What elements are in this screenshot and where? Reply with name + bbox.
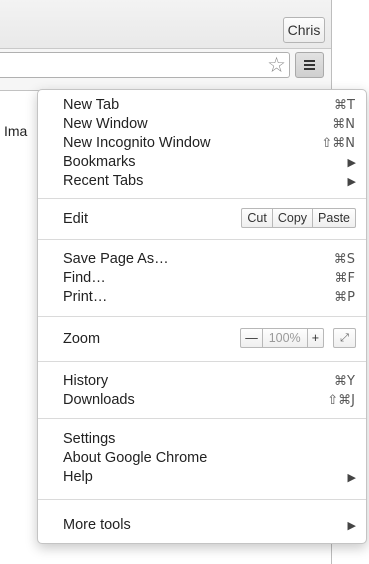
- menu-item-shortcut: ⌘N: [332, 117, 355, 132]
- menu-item-help[interactable]: Help ▶: [38, 468, 366, 487]
- paste-button[interactable]: Paste: [312, 209, 355, 227]
- menu-item-label: History: [63, 373, 109, 389]
- page-text[interactable]: Ima: [4, 123, 27, 139]
- menu-group-new: New Tab ⌘T New Window ⌘N New Incognito W…: [38, 96, 366, 191]
- copy-button[interactable]: Copy: [271, 209, 312, 227]
- menu-item-label: More tools: [63, 517, 131, 533]
- menu-item-label: New Window: [63, 116, 148, 132]
- edit-label: Edit: [63, 211, 88, 227]
- menu-item-label: Settings: [63, 431, 116, 447]
- menu-separator: [38, 499, 366, 500]
- window-titlebar: Chris: [0, 0, 331, 49]
- menu-item-label: New Tab: [63, 97, 120, 113]
- menu-item-about-google-chrome[interactable]: About Google Chrome: [38, 449, 366, 468]
- menu-item-label: Save Page As…: [63, 251, 169, 267]
- menu-item-label: Help: [63, 469, 93, 485]
- submenu-arrow-icon: ▶: [347, 175, 356, 188]
- menu-item-shortcut: ⌘P: [334, 290, 355, 305]
- menu-group-more: More tools ▶: [38, 516, 366, 535]
- menu-item-new-window[interactable]: New Window ⌘N: [38, 115, 366, 134]
- menu-item-recent-tabs[interactable]: Recent Tabs ▶: [38, 172, 366, 191]
- menu-item-shortcut: ⌘S: [333, 252, 355, 267]
- menu-separator: [38, 239, 366, 240]
- star-icon[interactable]: ☆: [267, 53, 286, 77]
- menu-item-label: New Incognito Window: [63, 135, 211, 151]
- menu-item-more-tools[interactable]: More tools ▶: [38, 516, 366, 535]
- fullscreen-icon[interactable]: ⤢: [333, 328, 356, 348]
- menu-group-history: History ⌘Y Downloads ⇧⌘J: [38, 372, 366, 410]
- menu-item-label: About Google Chrome: [63, 450, 208, 466]
- menu-item-label: Downloads: [63, 392, 135, 408]
- menu-item-history[interactable]: History ⌘Y: [38, 372, 366, 391]
- profile-button[interactable]: Chris: [283, 17, 325, 43]
- menu-item-shortcut: ⇧⌘J: [327, 393, 355, 408]
- menu-separator: [38, 198, 366, 199]
- menu-group-settings: Settings About Google Chrome Help ▶: [38, 430, 366, 487]
- chrome-menu-button[interactable]: [295, 52, 324, 78]
- zoom-in-button[interactable]: +: [306, 329, 323, 347]
- menu-item-label: Bookmarks: [63, 154, 136, 170]
- zoom-button-group: — 100% +: [240, 328, 324, 348]
- menu-item-label: Print…: [63, 289, 108, 305]
- menu-item-new-tab[interactable]: New Tab ⌘T: [38, 96, 366, 115]
- menu-item-label: Recent Tabs: [63, 173, 144, 189]
- zoom-label: Zoom: [63, 331, 101, 347]
- chrome-menu: New Tab ⌘T New Window ⌘N New Incognito W…: [37, 89, 367, 544]
- menu-item-print[interactable]: Print… ⌘P: [38, 288, 366, 307]
- menu-item-shortcut: ⌘T: [334, 98, 355, 113]
- submenu-arrow-icon: ▶: [347, 471, 356, 484]
- menu-separator: [38, 418, 366, 419]
- menu-item-new-incognito-window[interactable]: New Incognito Window ⇧⌘N: [38, 134, 366, 153]
- menu-item-label: Find…: [63, 270, 106, 286]
- submenu-arrow-icon: ▶: [347, 519, 356, 532]
- menu-separator: [38, 361, 366, 362]
- menu-item-find[interactable]: Find… ⌘F: [38, 269, 366, 288]
- cut-button[interactable]: Cut: [242, 209, 271, 227]
- menu-item-save-page-as[interactable]: Save Page As… ⌘S: [38, 250, 366, 269]
- menu-item-shortcut: ⇧⌘N: [321, 136, 355, 151]
- submenu-arrow-icon: ▶: [347, 156, 356, 169]
- menu-separator: [38, 316, 366, 317]
- zoom-out-button[interactable]: —: [241, 329, 262, 347]
- menu-edit-row: Edit Cut Copy Paste: [38, 208, 366, 230]
- menu-item-shortcut: ⌘F: [334, 271, 355, 286]
- zoom-level: 100%: [261, 329, 307, 347]
- menu-item-shortcut: ⌘Y: [334, 374, 355, 389]
- menu-item-downloads[interactable]: Downloads ⇧⌘J: [38, 391, 366, 410]
- address-bar[interactable]: ☆: [0, 52, 290, 78]
- menu-item-settings[interactable]: Settings: [38, 430, 366, 449]
- menu-zoom-row: Zoom — 100% + ⤢: [38, 328, 366, 350]
- menu-group-page: Save Page As… ⌘S Find… ⌘F Print… ⌘P: [38, 250, 366, 307]
- browser-toolbar: ☆: [0, 49, 331, 91]
- menu-item-bookmarks[interactable]: Bookmarks ▶: [38, 153, 366, 172]
- edit-button-group: Cut Copy Paste: [241, 208, 356, 228]
